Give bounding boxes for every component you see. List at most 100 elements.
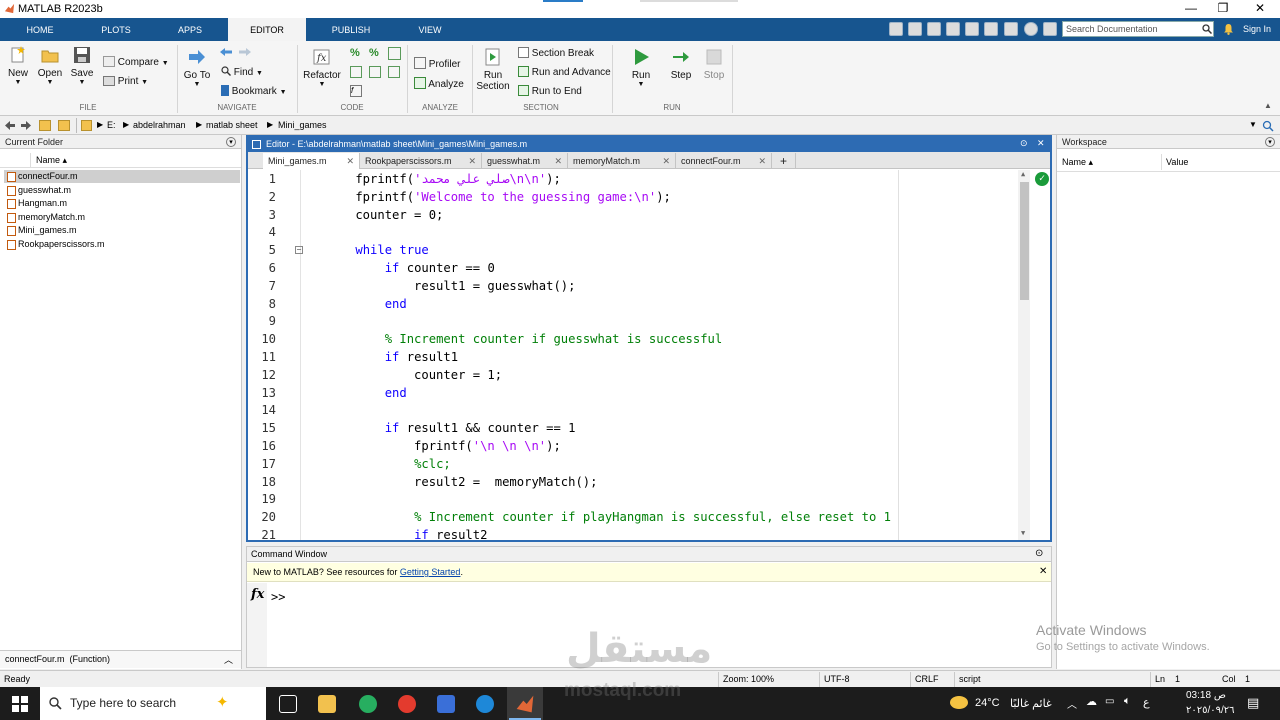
scroll-up-icon[interactable]: ▲ [1021,170,1025,178]
code-line[interactable]: %clc; [326,457,451,471]
chrome-icon[interactable] [398,695,416,713]
editor-tab-mini-games[interactable]: Mini_games.m ✕ [263,153,360,169]
breadcrumb-drive[interactable]: E: [107,120,116,130]
notification-bell-icon[interactable] [1223,23,1234,35]
quick-redo-icon[interactable] [984,22,998,36]
editor-tab-guesswhat[interactable]: guesswhat.m ✕ [482,153,568,169]
code-line[interactable]: % Increment counter if guesswhat is succ… [326,332,723,346]
code-line[interactable]: fprintf('صلي علي محمد\n\n'); [326,172,561,186]
workspace-name-column[interactable]: Name ▴ [1062,157,1093,168]
increase-indent-icon[interactable] [388,66,400,78]
run-to-end-button[interactable]: Run to End [518,85,582,97]
workspace-value-column[interactable]: Value [1166,157,1188,167]
tab-view[interactable]: VIEW [410,18,450,41]
weather-icon[interactable] [950,696,968,709]
code-line[interactable]: fprintf('\n \n \n'); [326,439,561,453]
analyze-button[interactable]: Analyze [414,77,464,90]
wrap-comments-icon[interactable] [388,47,401,60]
close-tab-icon[interactable]: ✕ [468,153,476,169]
run-section-button[interactable]: Run Section [476,47,510,92]
code-line[interactable]: if counter == 0 [326,261,495,275]
file-row-rookpaperscissors[interactable]: Rookpaperscissors.m [4,238,240,251]
search-icon[interactable] [1202,24,1212,34]
whatsapp-icon[interactable] [359,695,377,713]
close-tab-icon[interactable]: ✕ [758,153,766,169]
forward-arrow-icon[interactable] [238,47,252,57]
code-line[interactable]: fprintf('Welcome to the guessing game:\n… [326,190,671,204]
volume-icon[interactable]: 🔈︎ [1124,695,1131,708]
breadcrumb-mini-games[interactable]: Mini_games [278,120,327,130]
code-line[interactable]: % Increment counter if playHangman is su… [326,510,891,524]
close-tab-icon[interactable]: ✕ [554,153,562,169]
notifications-icon[interactable]: ▤ [1247,695,1259,711]
stop-button[interactable]: Stop [700,47,728,81]
close-tab-icon[interactable]: ✕ [662,153,670,169]
file-row-memorymatch[interactable]: memoryMatch.m [4,211,240,224]
help-icon[interactable] [1024,22,1038,36]
comment-icon[interactable]: % [350,47,363,60]
back-arrow-icon[interactable] [219,47,233,57]
code-line[interactable]: end [326,297,407,311]
quick-save-icon[interactable] [889,22,903,36]
forward-nav-icon[interactable] [20,120,32,131]
file-row-hangman[interactable]: Hangman.m [4,197,240,210]
print-button[interactable]: Print ▼ [103,76,148,87]
code-line[interactable]: while true [326,243,428,257]
quick-undo-icon[interactable] [965,22,979,36]
new-button[interactable]: New ▼ [4,45,32,86]
compare-button[interactable]: Compare ▼ [103,56,169,68]
close-notice-icon[interactable]: ✕ [1039,566,1047,577]
taskbar-search-input[interactable]: Type here to search ✦ [40,687,266,720]
file-row-mini-games[interactable]: Mini_games.m [4,224,240,237]
editor-scroll-thumb[interactable] [1020,182,1029,300]
command-window-actions-icon[interactable]: ⊙ [1035,548,1043,559]
folder-search-icon[interactable] [1262,120,1274,132]
up-folder-icon[interactable] [39,120,51,131]
file-row-connectfour[interactable]: connectFour.m [4,170,240,183]
tab-apps[interactable]: APPS [170,18,210,41]
quick-paste-icon[interactable] [946,22,960,36]
section-break-button[interactable]: Section Break [518,47,594,59]
profiler-button[interactable]: Profiler [414,57,460,70]
tray-chevron-icon[interactable]: ︿ [1067,696,1077,711]
details-collapse-icon[interactable]: ︿ [224,653,233,666]
taskbar-date[interactable]: ٢٠٢٥/٠٩/٢٦ [1186,705,1235,716]
search-documentation-input[interactable]: Search Documentation [1062,21,1214,37]
find-button[interactable]: Find ▼ [221,66,263,78]
editor-tab-memorymatch[interactable]: memoryMatch.m ✕ [568,153,676,169]
column-name-header[interactable]: Name ▴ [36,155,67,166]
code-line[interactable]: if result1 && counter == 1 [326,421,576,435]
maximize-button[interactable]: ❐ [1208,0,1238,18]
network-icon[interactable]: ▭ [1105,696,1114,707]
editor-close-icon[interactable]: ✕ [1037,138,1045,149]
workspace-actions-icon[interactable]: ▾ [1265,137,1275,147]
fold-toggle-icon[interactable]: − [295,246,303,254]
input-language[interactable]: ع [1143,696,1150,709]
file-row-guesswhat[interactable]: guesswhat.m [4,184,240,197]
code-line[interactable]: counter = 0; [326,208,443,222]
editor-tab-rookpaperscissors[interactable]: Rookpaperscissors.m ✕ [360,153,482,169]
go-to-button[interactable]: Go To ▼ [183,47,211,88]
breadcrumb-matlab-sheet[interactable]: matlab sheet [206,120,258,130]
code-line[interactable]: if result1 [326,350,458,364]
quick-copy-icon[interactable] [927,22,941,36]
minimize-button[interactable]: — [1176,0,1206,18]
editor-tab-connectfour[interactable]: connectFour.m ✕ [676,153,772,169]
windows-start-icon[interactable] [12,696,28,712]
back-nav-icon[interactable] [4,120,16,131]
browse-folder-icon[interactable] [58,120,70,131]
taskbar-time[interactable]: 03:18 ص [1186,690,1226,701]
tab-plots[interactable]: PLOTS [96,18,136,41]
save-button[interactable]: Save ▼ [68,45,96,86]
smart-indent-icon[interactable] [350,66,362,78]
step-button[interactable]: Step [667,47,695,81]
file-explorer-icon[interactable] [318,695,336,713]
command-prompt[interactable]: >> [271,590,285,604]
address-dropdown-icon[interactable]: ▼ [1249,120,1257,129]
add-tab-button[interactable]: + [772,153,796,169]
scroll-down-icon[interactable]: ▼ [1021,529,1025,537]
collapse-ribbon-icon[interactable]: ▲ [1264,101,1272,110]
code-line[interactable]: result1 = guesswhat(); [326,279,575,293]
weather-temp[interactable]: 24°C [975,697,1000,709]
code-line[interactable]: counter = 1; [326,368,502,382]
